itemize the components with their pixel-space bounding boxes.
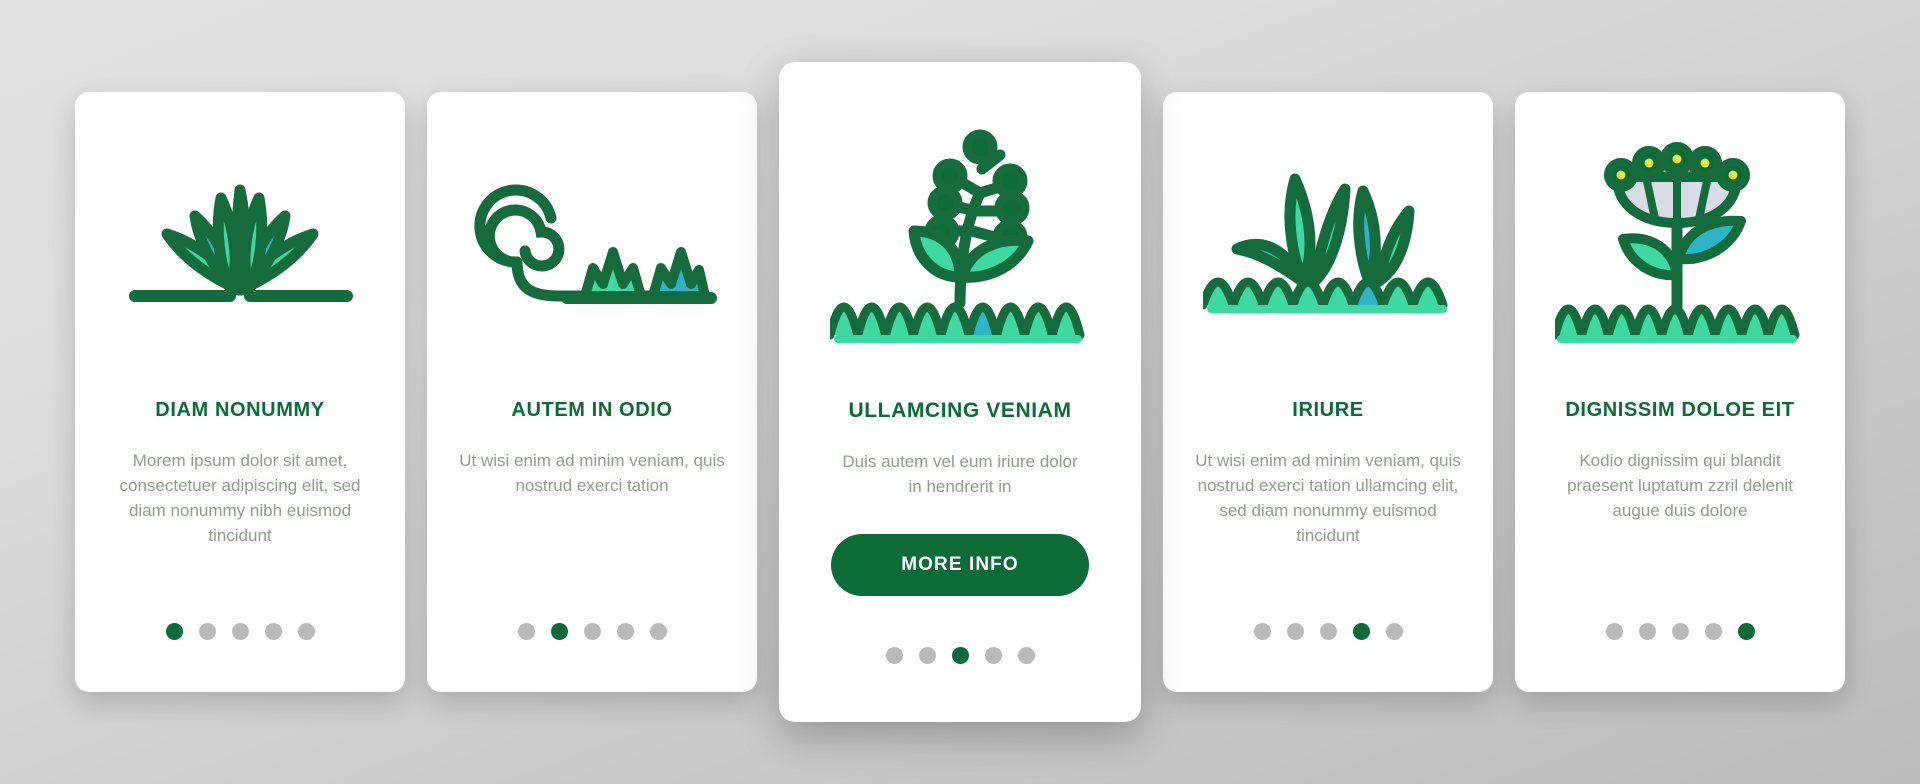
pagination-dot-1-active[interactable]: [165, 623, 183, 640]
card-illustration: [1541, 92, 1819, 392]
pagination-dot-3[interactable]: [1319, 623, 1337, 640]
pagination-dot-3[interactable]: [231, 623, 249, 640]
pagination-dot-5[interactable]: [649, 623, 667, 640]
card-illustration: [101, 92, 379, 392]
pagination-dot-5[interactable]: [1385, 623, 1403, 640]
onboarding-card-row: DIAM NONUMMY Morem ipsum dolor sit amet, …: [0, 0, 1920, 784]
card-illustration: [809, 62, 1111, 392]
onboarding-card-3[interactable]: ULLAMCING VENIAM Duis autem vel eum iriur…: [779, 62, 1141, 722]
pagination-dots: [427, 623, 757, 640]
pagination-dot-3-active[interactable]: [951, 647, 969, 664]
card-title: IRIURE: [1292, 399, 1364, 421]
pagination-dot-2[interactable]: [1638, 623, 1656, 640]
pagination-dot-2[interactable]: [198, 623, 216, 640]
fiddlehead-fern-icon: [474, 184, 717, 304]
berry-sprout-icon: [830, 129, 1085, 343]
pagination-dot-1[interactable]: [517, 623, 535, 640]
card-illustration: [453, 92, 731, 392]
onboarding-card-1[interactable]: DIAM NONUMMY Morem ipsum dolor sit amet, …: [75, 92, 405, 692]
pagination-dot-5-active[interactable]: [1737, 623, 1755, 640]
pagination-dots: [1515, 623, 1845, 640]
card-body-text: Ut wisi enim ad minim veniam, quis nostr…: [1195, 451, 1461, 546]
card-body-text: Duis autem vel eum iriure dolor in hendr…: [842, 452, 1078, 497]
onboarding-card-2[interactable]: AUTEM IN ODIO Ut wisi enim ad minim venia…: [427, 92, 757, 692]
pagination-dot-2-active[interactable]: [550, 623, 568, 640]
pagination-dot-5[interactable]: [1017, 647, 1035, 664]
pagination-dot-4[interactable]: [984, 647, 1002, 664]
pagination-dot-4[interactable]: [264, 623, 282, 640]
pagination-dot-1[interactable]: [1605, 623, 1623, 640]
pagination-dot-2[interactable]: [918, 647, 936, 664]
onboarding-card-4[interactable]: IRIURE Ut wisi enim ad minim veniam, quis…: [1163, 92, 1493, 692]
pagination-dots: [779, 647, 1141, 664]
card-illustration: [1189, 92, 1467, 392]
pagination-dot-4[interactable]: [616, 623, 634, 640]
grass-tuft-icon: [129, 184, 353, 302]
pagination-dot-1[interactable]: [885, 647, 903, 664]
card-body-text: Ut wisi enim ad minim veniam, quis nostr…: [459, 451, 725, 496]
pagination-dot-4[interactable]: [1704, 623, 1722, 640]
pagination-dots: [1163, 623, 1493, 640]
more-info-button[interactable]: MORE INFO: [831, 533, 1089, 596]
pagination-dot-5[interactable]: [297, 623, 315, 640]
card-title: AUTEM IN ODIO: [511, 399, 673, 421]
pagination-dots: [75, 623, 405, 640]
card-title: ULLAMCING VENIAM: [848, 399, 1072, 422]
pagination-dot-2[interactable]: [1286, 623, 1304, 640]
card-title: DIAM NONUMMY: [155, 399, 325, 421]
pagination-dot-1[interactable]: [1253, 623, 1271, 640]
card-body-text: Kodio dignissim qui blandit praesent lup…: [1567, 451, 1793, 521]
onboarding-card-5[interactable]: DIGNISSIM DOLOE EIT Kodio dignissim qui b…: [1515, 92, 1845, 692]
pagination-dot-3[interactable]: [1671, 623, 1689, 640]
pagination-dot-4-active[interactable]: [1352, 623, 1370, 640]
tall-grass-icon: [1203, 173, 1448, 313]
card-title: DIGNISSIM DOLOE EIT: [1565, 399, 1795, 421]
pagination-dot-3[interactable]: [583, 623, 601, 640]
card-body-text: Morem ipsum dolor sit amet, consectetuer…: [119, 451, 361, 546]
flower-icon: [1555, 141, 1800, 343]
